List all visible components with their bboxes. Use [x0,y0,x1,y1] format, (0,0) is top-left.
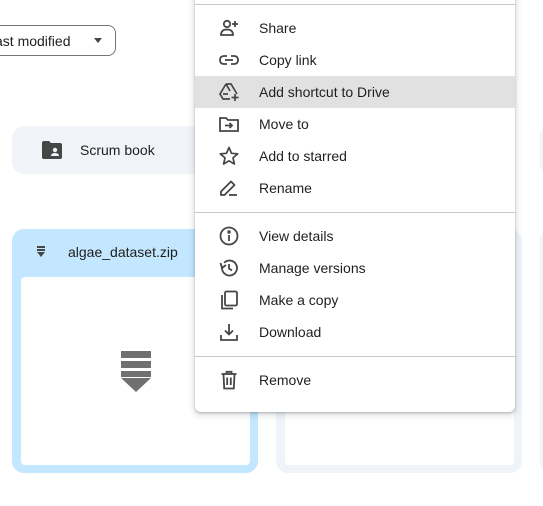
menu-item-label: Download [259,324,322,340]
menu-item-label: Share [259,20,297,36]
info-icon [219,226,239,246]
menu-divider [195,356,515,357]
menu-item-label: Add to starred [259,148,347,164]
menu-divider [195,4,515,5]
history-icon [219,259,238,277]
menu-item-make-a-copy[interactable]: Make a copy [195,284,515,316]
menu-item-label: Add shortcut to Drive [259,84,390,100]
file-name: algae_dataset.zip [68,244,178,260]
copy-icon [221,290,238,310]
menu-item-label: Manage versions [259,260,366,276]
move-to-folder-icon [219,117,239,132]
menu-item-download[interactable]: Download [195,316,515,348]
menu-item-copy-link[interactable]: Copy link [195,44,515,76]
download-icon [220,324,238,341]
zip-icon [37,246,45,257]
menu-item-label: Copy link [259,52,317,68]
drive-page: ast modified Scrum book algae_dataset.zi… [0,0,543,506]
link-icon [219,55,239,65]
menu-item-label: Move to [259,116,309,132]
menu-divider [195,212,515,213]
menu-item-view-details[interactable]: View details [195,220,515,252]
menu-item-label: View details [259,228,334,244]
menu-item-rename[interactable]: Rename [195,172,515,204]
add-to-drive-icon [219,83,239,101]
menu-item-add-to-starred[interactable]: Add to starred [195,140,515,172]
menu-item-remove[interactable]: Remove [195,364,515,396]
person-add-icon [220,19,238,36]
menu-item-share[interactable]: Share [195,12,515,44]
pencil-icon [220,180,237,196]
menu-item-manage-versions[interactable]: Manage versions [195,252,515,284]
context-menu: Share Copy link Add shortcut to Drive Mo… [195,0,515,412]
trash-icon [221,370,237,390]
menu-item-move-to[interactable]: Move to [195,108,515,140]
sort-dropdown-button[interactable]: ast modified [0,25,116,56]
chevron-down-icon [94,38,102,43]
star-icon [219,146,239,165]
menu-item-label: Rename [259,180,312,196]
menu-item-label: Make a copy [259,292,339,308]
menu-item-label: Remove [259,372,312,388]
folder-label: Scrum book [80,142,155,158]
menu-item-add-shortcut[interactable]: Add shortcut to Drive [195,76,515,108]
folder-icon [42,141,62,159]
sort-label: ast modified [0,32,71,49]
zip-preview-icon [121,351,151,392]
